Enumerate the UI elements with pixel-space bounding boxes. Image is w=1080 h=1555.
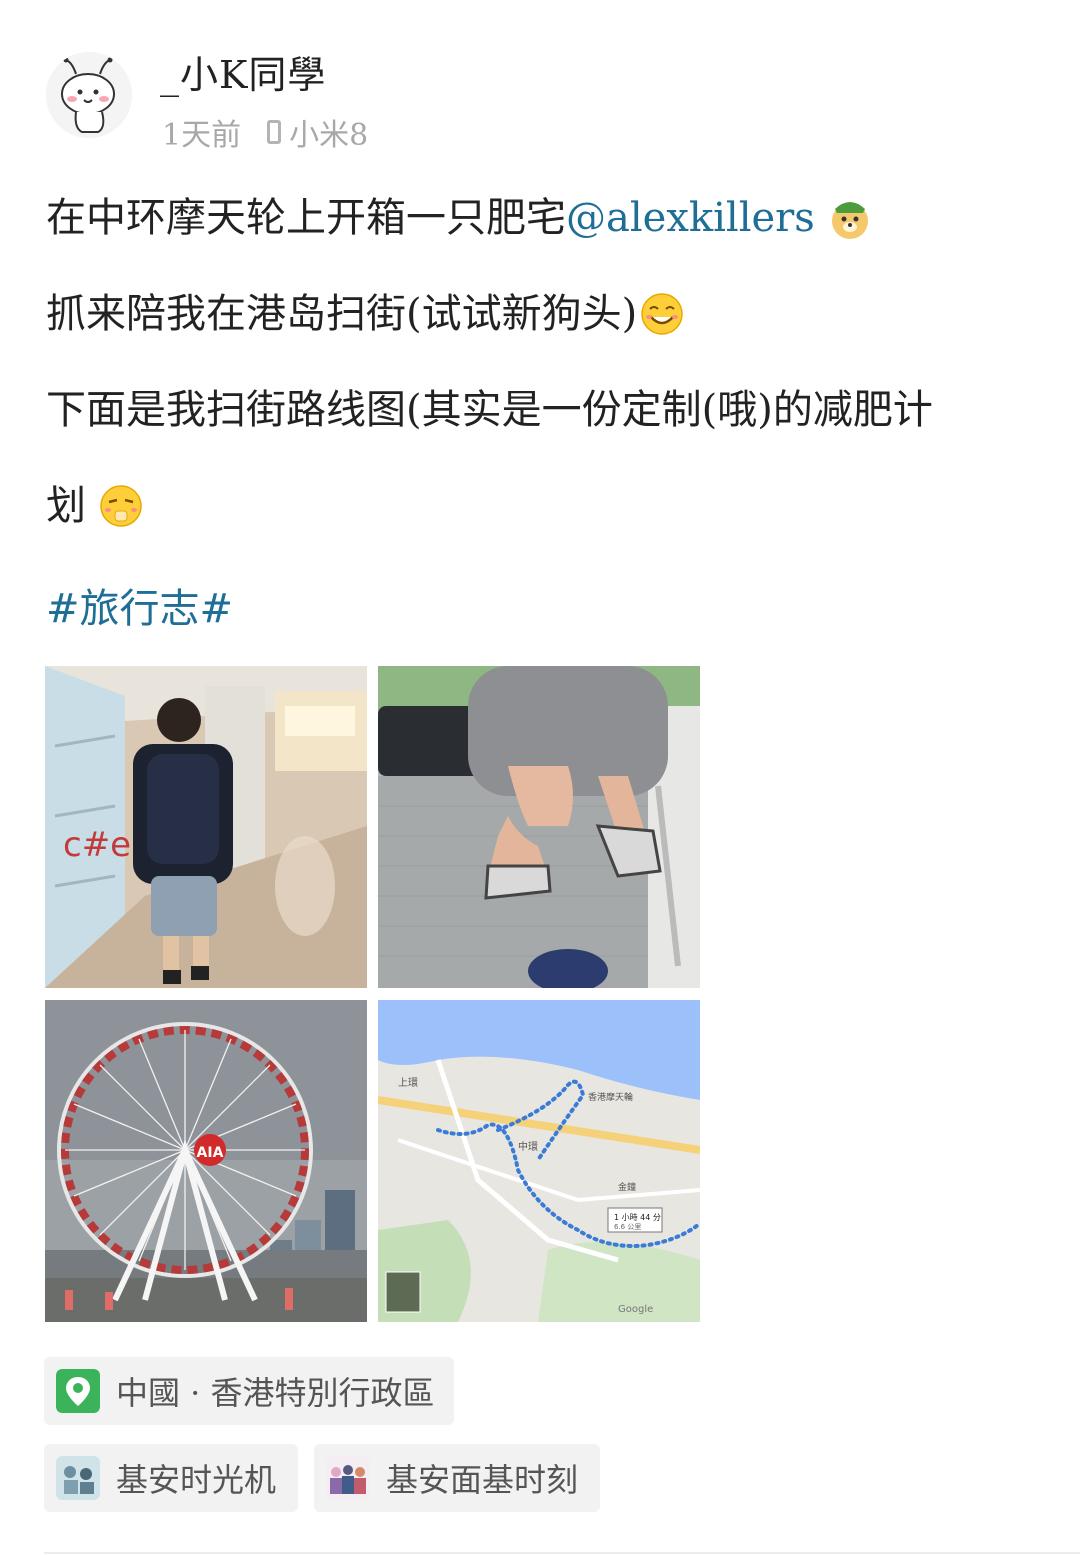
divider: [44, 1552, 1080, 1554]
post-line-3: 下面是我扫街路线图(其实是一份定制(哦)的减肥计: [46, 387, 933, 433]
map-distance: 6.6 公里: [614, 1223, 641, 1231]
map-label: 上環: [398, 1077, 418, 1089]
location-chip[interactable]: 中國 · 香港特別行政區: [44, 1357, 454, 1425]
svg-text:c#e: c#e: [63, 825, 131, 865]
tag-label: 基安时光机: [116, 1461, 277, 1499]
doge-emoji: [831, 202, 868, 239]
post-line-4: 划: [46, 482, 144, 530]
sneaky-emoji: [100, 485, 142, 527]
map-duration: 1 小時 44 分: [614, 1213, 661, 1222]
topic-hashtag[interactable]: #旅行志#: [46, 576, 233, 634]
tag-chip-meetup[interactable]: 基安面基时刻: [314, 1444, 600, 1512]
post-meta: 1天前 小米8: [162, 110, 368, 154]
location-label: 中國 · 香港特別行政區: [116, 1374, 435, 1412]
username[interactable]: _小K同學: [160, 44, 326, 99]
tag-thumbnail-icon: [326, 1456, 370, 1500]
google-logo-text: Google: [618, 1304, 653, 1315]
mention-link[interactable]: @alexkillers: [566, 194, 815, 242]
avatar[interactable]: [46, 52, 132, 138]
phone-icon: [267, 120, 282, 144]
grin-emoji: [641, 293, 683, 335]
post-text: 在中环摩天轮上开箱一只肥宅: [46, 195, 566, 241]
post-line-1: 在中环摩天轮上开箱一只肥宅 @alexkillers: [46, 194, 873, 242]
post-text: 抓来陪我在港岛扫街(试试新狗头): [46, 291, 638, 337]
device-info: 小米8: [267, 110, 368, 154]
tag-thumbnail-icon: [56, 1456, 100, 1500]
map-label: 中環: [518, 1140, 538, 1153]
photo-route-map[interactable]: 1 小時 44 分 6.6 公里 上環 中環 香港摩天輪 金鐘 Google: [378, 1000, 700, 1322]
tag-chip-time-machine[interactable]: 基安时光机: [44, 1444, 298, 1512]
map-label: 金鐘: [618, 1181, 636, 1193]
tag-label: 基安面基时刻: [386, 1461, 579, 1499]
wheel-sign-text: AIA: [197, 1145, 224, 1161]
photo-observation-wheel[interactable]: AIA: [45, 1000, 367, 1322]
post-time: 1天前: [162, 118, 242, 153]
map-label: 香港摩天輪: [588, 1091, 633, 1103]
photo-gondola-legs[interactable]: [378, 666, 700, 988]
photo-mall-corridor[interactable]: c#e: [45, 666, 367, 988]
post-line-2: 抓来陪我在港岛扫街(试试新狗头): [46, 290, 685, 338]
device-name: 小米8: [289, 118, 369, 153]
location-pin-icon: [56, 1369, 100, 1413]
post-text: 划: [46, 483, 86, 529]
